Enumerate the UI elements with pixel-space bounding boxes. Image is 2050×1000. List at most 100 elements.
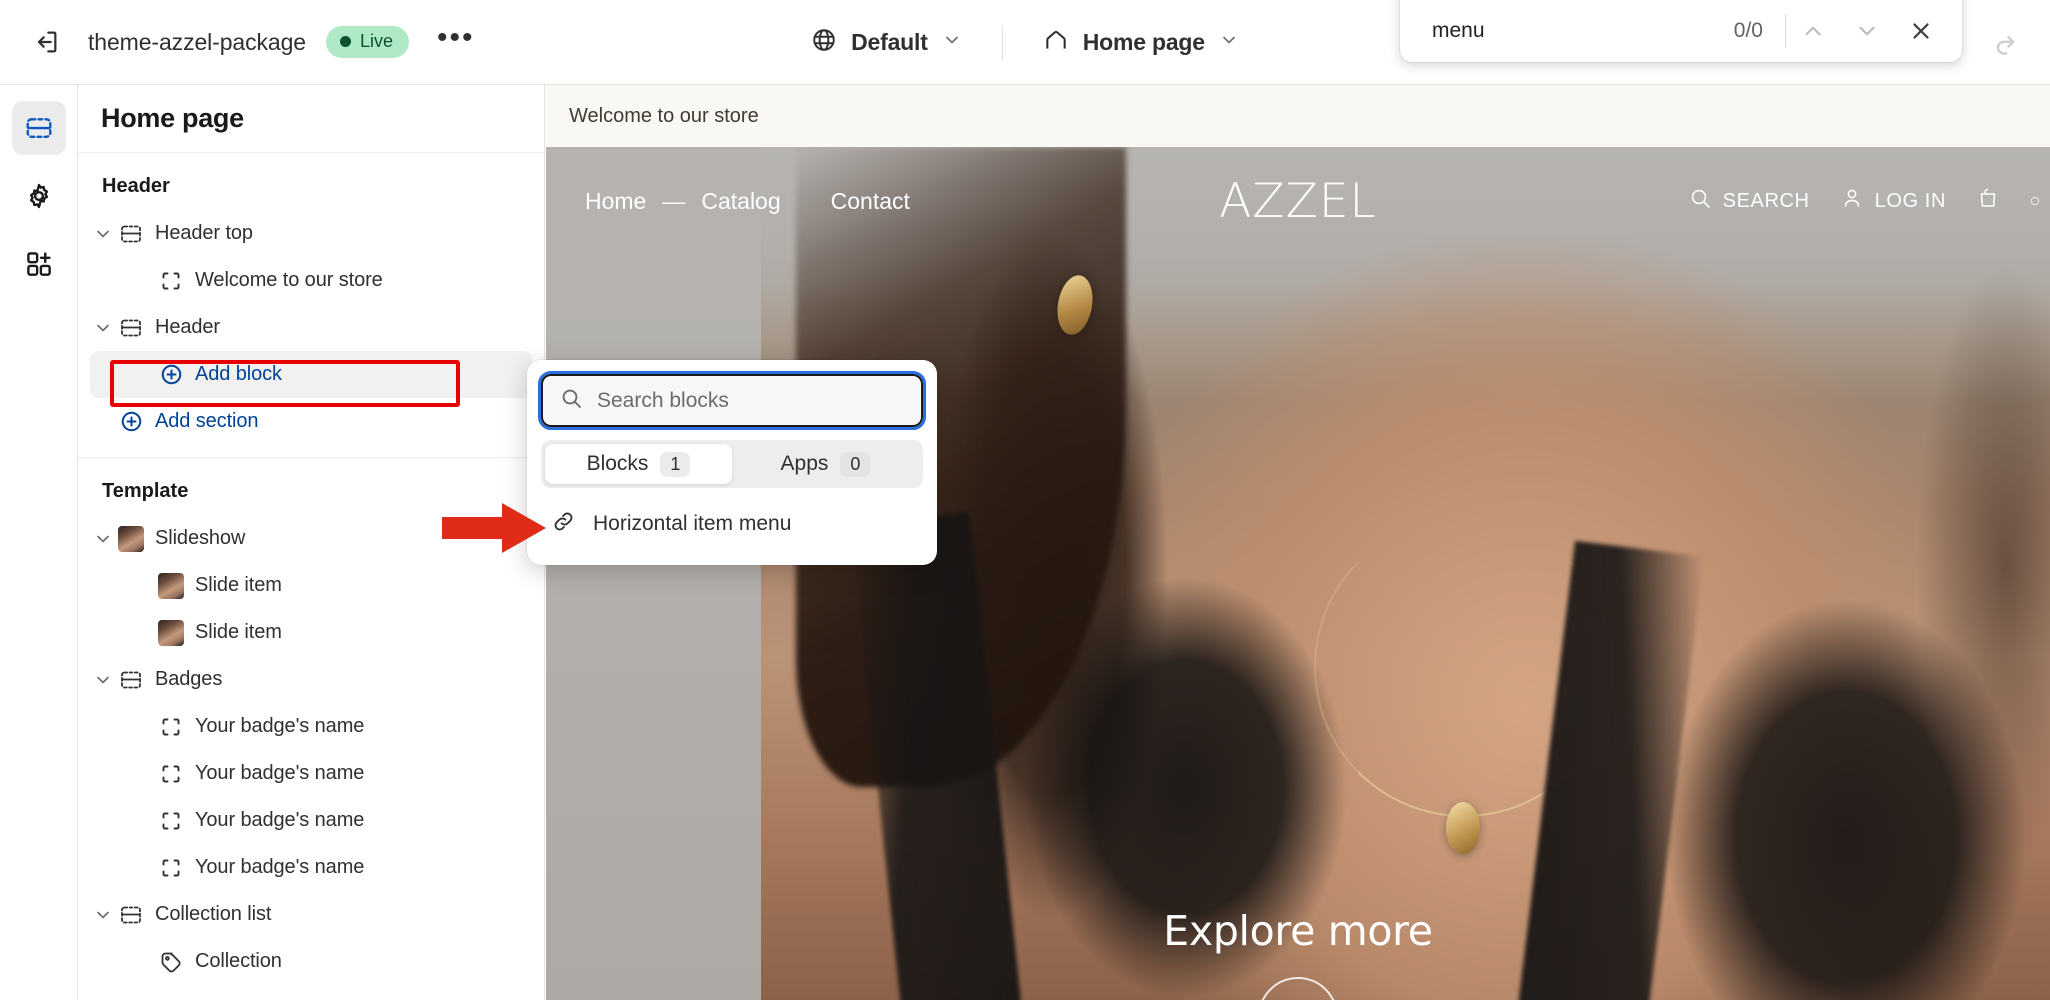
chevron-down-icon[interactable]	[90, 224, 116, 244]
hero-image	[546, 147, 2050, 1000]
chevron-down-icon[interactable]	[90, 905, 116, 925]
sidebar-header: Home page	[78, 85, 544, 153]
search-blocks-field[interactable]	[538, 371, 926, 430]
storefront-search-button[interactable]: SEARCH	[1688, 186, 1810, 216]
tree-row[interactable]: Your badge's name	[90, 844, 532, 891]
tree-row[interactable]: Add section	[90, 398, 532, 445]
more-options-button[interactable]: •••	[429, 22, 483, 62]
search-blocks-input[interactable]	[597, 388, 905, 413]
tree-row[interactable]: Your badge's name	[90, 750, 532, 797]
hero-image-pendant	[1446, 802, 1480, 854]
block-icon	[156, 269, 186, 293]
editor-icon-rail	[0, 85, 78, 1000]
market-label: Default	[851, 29, 928, 55]
tab-apps-label: Apps	[780, 452, 829, 475]
search-icon	[1688, 186, 1712, 216]
tree-row-label: Collection	[195, 950, 282, 972]
browser-find-bar: 0/0	[1400, 0, 1962, 62]
block-option-horizontal-item-menu[interactable]: Horizontal item menu	[541, 498, 923, 550]
tab-blocks-label: Blocks	[586, 452, 649, 475]
tree-row-label: Your badge's name	[195, 762, 365, 784]
scroll-down-button[interactable]	[1258, 977, 1338, 1000]
block-icon	[156, 809, 186, 833]
section-tree: Header Header top Welcome to our store Head…	[78, 153, 544, 997]
tree-row-label: Badges	[155, 668, 223, 690]
section-icon	[116, 668, 146, 692]
person-icon	[1840, 186, 1864, 216]
tab-blocks-count: 1	[660, 451, 691, 477]
tab-blocks[interactable]: Blocks 1	[545, 444, 732, 484]
tab-apps[interactable]: Apps 0	[732, 444, 919, 484]
nav-link-home[interactable]: Home	[569, 188, 662, 215]
tree-row[interactable]: Your badge's name	[90, 797, 532, 844]
chevron-down-icon[interactable]	[90, 670, 116, 690]
tree-row-label: Slide item	[195, 574, 282, 596]
plus-circle-icon	[156, 362, 186, 387]
find-input[interactable]	[1400, 5, 1734, 43]
hero-call-to-action: Explore more	[546, 907, 2050, 1000]
block-icon	[156, 715, 186, 739]
divider	[1001, 25, 1003, 60]
image-thumbnail	[116, 525, 146, 552]
chevron-down-icon	[1219, 30, 1239, 55]
page-selector[interactable]: Home page	[1029, 19, 1253, 66]
globe-icon	[811, 27, 837, 58]
storefront-cart-count	[2030, 189, 2040, 213]
tree-row-label: Slideshow	[155, 527, 246, 549]
popover-tabs: Blocks 1 Apps 0	[541, 440, 923, 488]
market-selector[interactable]: Default	[797, 19, 976, 66]
announcement-bar[interactable]: Welcome to our store	[546, 85, 2050, 147]
block-icon	[156, 856, 186, 880]
tree-row[interactable]: Your badge's name	[90, 703, 532, 750]
tree-row[interactable]: Collection list	[90, 891, 532, 938]
sidebar-item-apps[interactable]	[12, 237, 66, 291]
tree-row[interactable]: Slide item	[90, 562, 532, 609]
chevron-down-icon	[942, 30, 962, 55]
login-label: LOG IN	[1874, 189, 1946, 212]
find-previous-button[interactable]	[1786, 4, 1840, 58]
tree-row-label: Your badge's name	[195, 856, 365, 878]
nav-link-catalog[interactable]: Catalog	[685, 188, 796, 215]
sidebar-item-theme-settings[interactable]	[12, 169, 66, 223]
sidebar-item-sections[interactable]	[11, 101, 66, 155]
storefront-cart-button[interactable]	[1976, 186, 2000, 216]
tree-row[interactable]: Add block	[90, 351, 532, 398]
tree-row-label: Slide item	[195, 621, 282, 643]
plus-circle-icon	[116, 409, 146, 434]
tree-group-title: Header	[102, 175, 170, 197]
page-title: Home page	[101, 103, 244, 133]
store-logo[interactable]: AZZEL	[1219, 174, 1376, 229]
page-label: Home page	[1082, 29, 1205, 55]
tree-row[interactable]: Header	[90, 304, 532, 351]
tree-row-label: Add block	[195, 363, 282, 385]
chevron-down-icon[interactable]	[90, 318, 116, 338]
nav-link-contact[interactable]: Contact	[815, 188, 926, 215]
storefront-nav-menu: Home — Catalog Contact	[569, 188, 926, 215]
link-icon	[551, 509, 576, 539]
tree-row[interactable]: Welcome to our store	[90, 257, 532, 304]
chevron-down-icon[interactable]	[90, 529, 116, 549]
redo-icon	[1984, 22, 2026, 64]
storefront-login-button[interactable]: LOG IN	[1840, 186, 1946, 216]
home-icon	[1043, 27, 1069, 58]
section-icon	[116, 222, 146, 246]
exit-icon[interactable]	[26, 22, 66, 62]
tree-row[interactable]: Header top	[90, 210, 532, 257]
find-next-button[interactable]	[1840, 4, 1894, 58]
tree-row-label: Add section	[155, 410, 259, 432]
tree-row[interactable]: Slide item	[90, 609, 532, 656]
section-icon	[116, 903, 146, 927]
tree-row[interactable]: Badges	[90, 656, 532, 703]
hero-slideshow: Home — Catalog Contact AZZEL SEARCH LOG …	[546, 147, 2050, 1000]
tree-row-label: Welcome to our store	[195, 269, 383, 291]
search-icon	[559, 386, 583, 415]
tab-apps-count: 0	[840, 451, 871, 477]
tree-row[interactable]: Collection	[90, 938, 532, 985]
add-block-popover: Blocks 1 Apps 0 Horizontal item menu	[527, 360, 937, 565]
tree-row-label: Your badge's name	[195, 809, 365, 831]
find-close-button[interactable]	[1894, 4, 1948, 58]
theme-name: theme-azzel-package	[88, 28, 306, 55]
section-icon	[116, 316, 146, 340]
search-label: SEARCH	[1722, 189, 1810, 212]
announcement-text: Welcome to our store	[569, 104, 759, 127]
